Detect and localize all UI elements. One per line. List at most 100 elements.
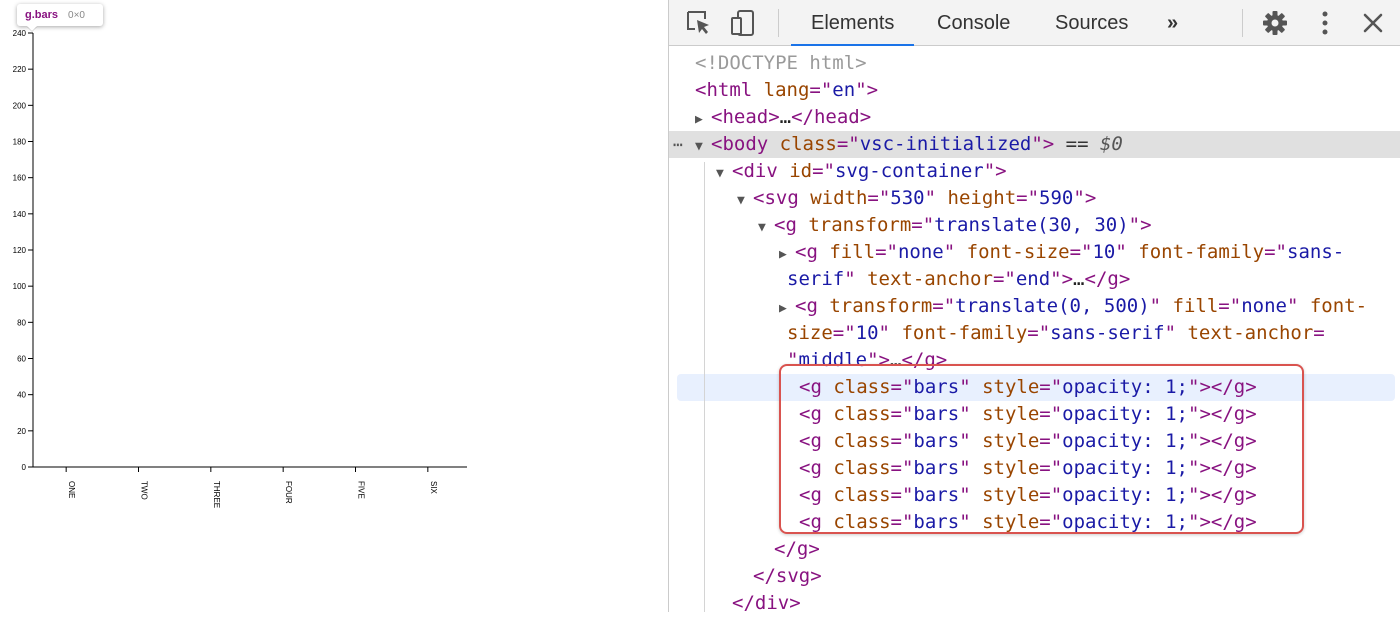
dom-token: =" [1069, 241, 1093, 263]
dom-token: " [959, 376, 983, 398]
dom-token: style [982, 376, 1040, 398]
dom-tree-row-content: ▶ <g transform="translate(0, 500)" fill="… [779, 293, 1367, 322]
dom-token: opacity: 1; [1062, 403, 1189, 425]
dom-token: " [1149, 295, 1173, 317]
dom-node-g-bars[interactable]: <g class="bars" style="opacity: 1;"></g> [669, 482, 1400, 509]
tab-console[interactable]: Console [937, 0, 1010, 45]
expand-triangle-down-icon[interactable]: ▼ [716, 160, 732, 187]
dom-tree-row-content: ▶ <g fill="none" font-size="10" font-fami… [779, 239, 1344, 268]
y-tick-label: 0 [22, 463, 27, 472]
dom-tree-row[interactable]: serif" text-anchor="end">…</g> [669, 266, 1400, 293]
dom-tree-row[interactable]: <!DOCTYPE html> [669, 50, 1400, 77]
dom-token: opacity: 1; [1062, 484, 1189, 506]
dom-token: class [833, 403, 891, 425]
dom-tree-row[interactable]: </div> [669, 590, 1400, 617]
dom-token: " [1286, 295, 1310, 317]
expand-triangle-right-icon[interactable]: ▶ [779, 241, 795, 268]
dom-tree-row[interactable]: ▶ <head>…</head> [669, 104, 1400, 131]
dom-token: none [897, 241, 944, 263]
y-tick-label: 100 [13, 282, 27, 291]
dom-token: =" [875, 241, 898, 263]
dom-token: </head> [791, 106, 872, 128]
dom-token: =" [890, 376, 914, 398]
dom-tree-row-content: size="10" font-family="sans-serif" text-… [787, 320, 1325, 347]
dom-tree-row[interactable]: <html lang="en"> [669, 77, 1400, 104]
dom-token: " [959, 457, 983, 479]
dom-token: sans-serif [1050, 322, 1165, 344]
dom-tree-row[interactable]: ⋯ ▼ <body class="vsc-initialized"> == $0 [669, 131, 1400, 158]
dom-token: =" [1027, 322, 1051, 344]
dom-tree-row[interactable]: </g> [669, 536, 1400, 563]
tab-sources[interactable]: Sources [1055, 0, 1128, 45]
dom-token: =" [890, 430, 914, 452]
dom-token: =" [832, 322, 856, 344]
dom-tree-row[interactable]: size="10" font-family="sans-serif" text-… [669, 320, 1400, 347]
dom-token: =" [932, 295, 956, 317]
x-tick-label: SIX [429, 481, 438, 495]
dom-token: serif [787, 268, 845, 290]
bar-chart: 0 20 40 60 80 100 120 140 160 180 200 220 240 ONE TWO T… [13, 29, 467, 508]
expand-triangle-right-icon[interactable]: ▶ [695, 106, 711, 133]
dom-token: " [959, 511, 983, 533]
dom-token: "></g> [1188, 376, 1257, 398]
dom-token: <g [799, 430, 834, 452]
dom-token: height [947, 187, 1017, 209]
dom-tree-row[interactable]: ▼ <g transform="translate(30, 30)"> [669, 212, 1400, 239]
device-toolbar-icon[interactable] [729, 9, 757, 37]
dom-token: =" [812, 160, 835, 182]
dom-tree-row-content: <html lang="en"> [695, 77, 878, 104]
kebab-menu-icon[interactable] [1311, 9, 1339, 37]
dom-token: 590 [1039, 187, 1074, 209]
dom-token: 530 [890, 187, 925, 209]
y-tick-label: 120 [13, 246, 27, 255]
dom-token: "> [983, 160, 1007, 182]
dom-tree-row[interactable]: "middle">…</g> [669, 347, 1400, 374]
gear-icon[interactable] [1261, 9, 1289, 37]
dom-tree-row[interactable]: ▶ <g transform="translate(0, 500)" fill="… [669, 293, 1400, 320]
dom-token: size [787, 322, 833, 344]
dom-token: end [1015, 268, 1051, 290]
dom-token: " [844, 268, 868, 290]
expand-triangle-down-icon[interactable]: ▼ [758, 214, 774, 241]
close-icon[interactable] [1359, 9, 1387, 37]
y-tick-label: 180 [13, 138, 27, 147]
dom-tree-row[interactable]: ▼ <div id="svg-container"> [669, 158, 1400, 185]
dom-token: middle [798, 349, 868, 371]
dom-token: transform [808, 214, 912, 236]
element-tooltip: g.bars 0×0 [17, 4, 103, 31]
expand-triangle-down-icon[interactable]: ▼ [737, 187, 753, 214]
more-tabs-button[interactable]: » [1167, 0, 1178, 45]
x-tick-label: ONE [67, 481, 76, 498]
expand-triangle-right-icon[interactable]: ▶ [779, 295, 795, 322]
dom-token: font-family [901, 322, 1028, 344]
expand-triangle-down-icon[interactable]: ▼ [695, 133, 711, 160]
dom-token: bars [913, 457, 960, 479]
dom-token: "></g> [1188, 457, 1257, 479]
dom-node-g-bars[interactable]: <g class="bars" style="opacity: 1;"></g> [669, 401, 1400, 428]
x-tick-label: FOUR [284, 481, 293, 504]
dom-token: <body [711, 133, 780, 155]
dom-token: bars [913, 484, 960, 506]
y-tick-label: 20 [17, 427, 26, 436]
dom-token: opacity: 1; [1062, 511, 1189, 533]
dom-tree-row-content: ▼ <div id="svg-container"> [716, 158, 1007, 187]
dom-tree-row[interactable]: ▶ <g fill="none" font-size="10" font-fami… [669, 239, 1400, 266]
dom-tree-row-content: <!DOCTYPE html> [695, 50, 867, 77]
dom-node-g-bars[interactable]: <g class="bars" style="opacity: 1;"></g> [677, 374, 1395, 401]
dom-tree-row[interactable]: </svg> [669, 563, 1400, 590]
dom-token: =" [890, 484, 914, 506]
dom-token: … [889, 349, 902, 371]
tab-elements[interactable]: Elements [790, 0, 915, 46]
dom-token: <!DOCTYPE html> [695, 52, 867, 74]
dom-token: =" [809, 79, 833, 101]
dom-tree-row-content: ▶ <head>…</head> [695, 104, 871, 133]
dom-tree-row[interactable]: ▼ <svg width="530" height="590"> [669, 185, 1400, 212]
dom-node-g-bars[interactable]: <g class="bars" style="opacity: 1;"></g> [669, 428, 1400, 455]
dom-token: " [959, 430, 983, 452]
dom-token: <g [799, 457, 834, 479]
cursor-select-icon[interactable] [685, 9, 713, 37]
dom-token: bars [913, 403, 960, 425]
dom-node-g-bars[interactable]: <g class="bars" style="opacity: 1;"></g> [669, 509, 1400, 536]
dom-node-g-bars[interactable]: <g class="bars" style="opacity: 1;"></g> [669, 455, 1400, 482]
node-actions-ellipsis-icon[interactable]: ⋯ [673, 131, 683, 158]
